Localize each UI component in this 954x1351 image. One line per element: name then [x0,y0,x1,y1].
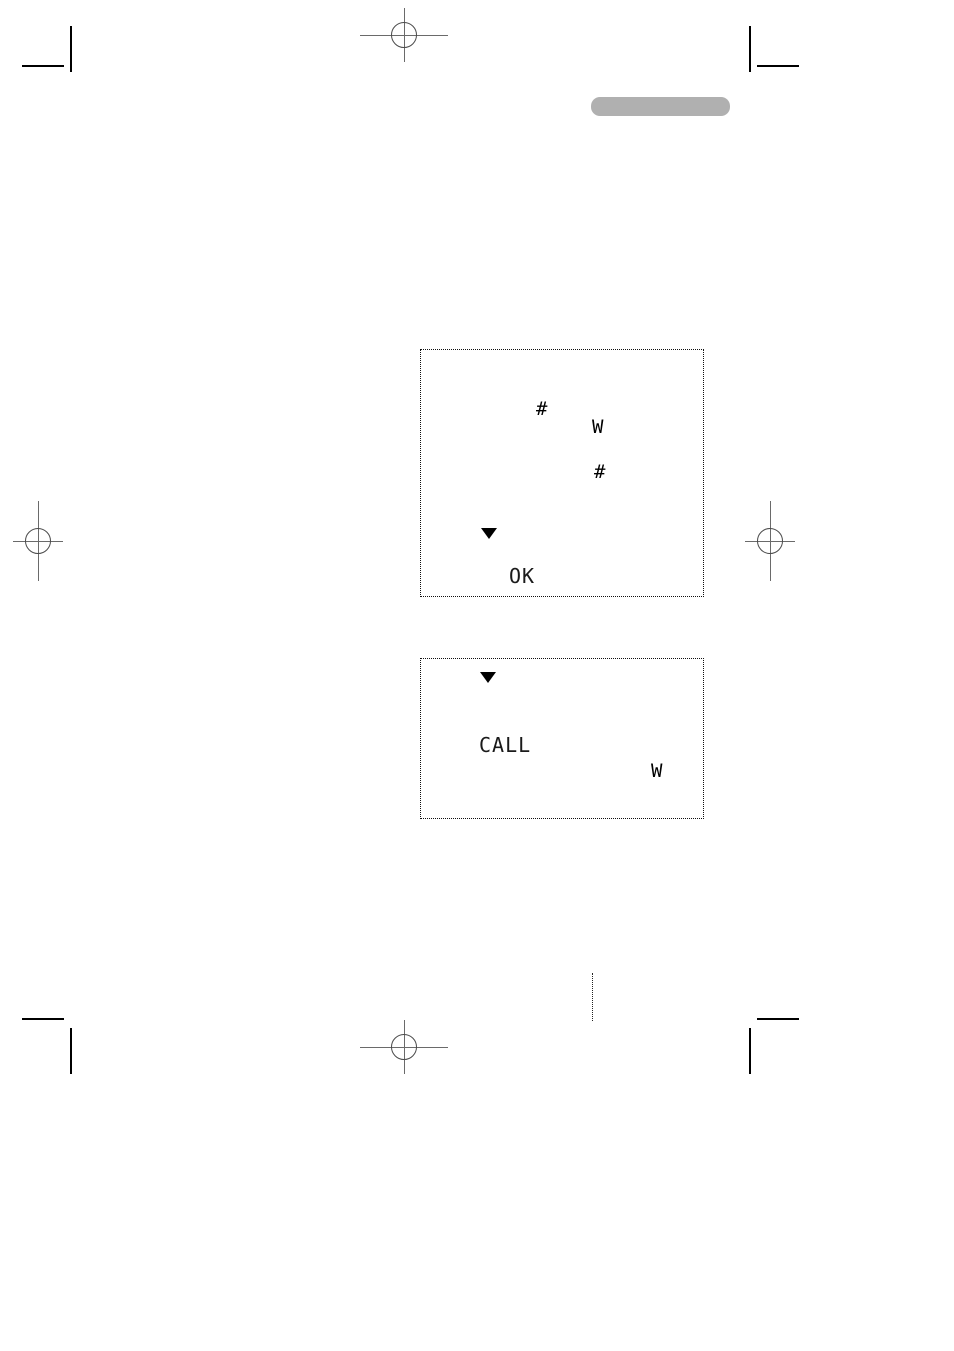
registration-mark-circle [25,528,51,554]
crop-mark-bottom-left-horizontal [22,1018,64,1020]
registration-mark-circle [391,22,417,48]
registration-mark-circle [391,1034,417,1060]
registration-mark-circle [757,528,783,554]
crop-mark-top-left-horizontal [22,65,64,67]
crop-mark-bottom-right-horizontal [757,1018,799,1020]
lcd-screen-1: # W # OK [420,349,704,597]
dotted-rule [592,973,593,1021]
crop-mark-top-right-vertical [749,26,751,72]
w-glyph: W [651,760,663,782]
section-tab-pill [591,97,730,116]
lcd-screen-2: CALL W [420,658,704,819]
hash-glyph-lower: # [594,461,606,483]
call-label: CALL [479,733,532,757]
crop-mark-bottom-right-vertical [749,1028,751,1074]
hash-glyph-upper: # [536,398,548,420]
down-arrow-indicator [480,672,496,683]
crop-mark-bottom-left-vertical [70,1028,72,1074]
crop-mark-top-left-vertical [70,26,72,72]
w-glyph-upper: W [592,416,604,438]
manual-page: # W # OK CALL W [0,0,954,1351]
crop-mark-top-right-horizontal [757,65,799,67]
down-arrow-indicator [481,528,497,539]
ok-label: OK [509,564,536,588]
